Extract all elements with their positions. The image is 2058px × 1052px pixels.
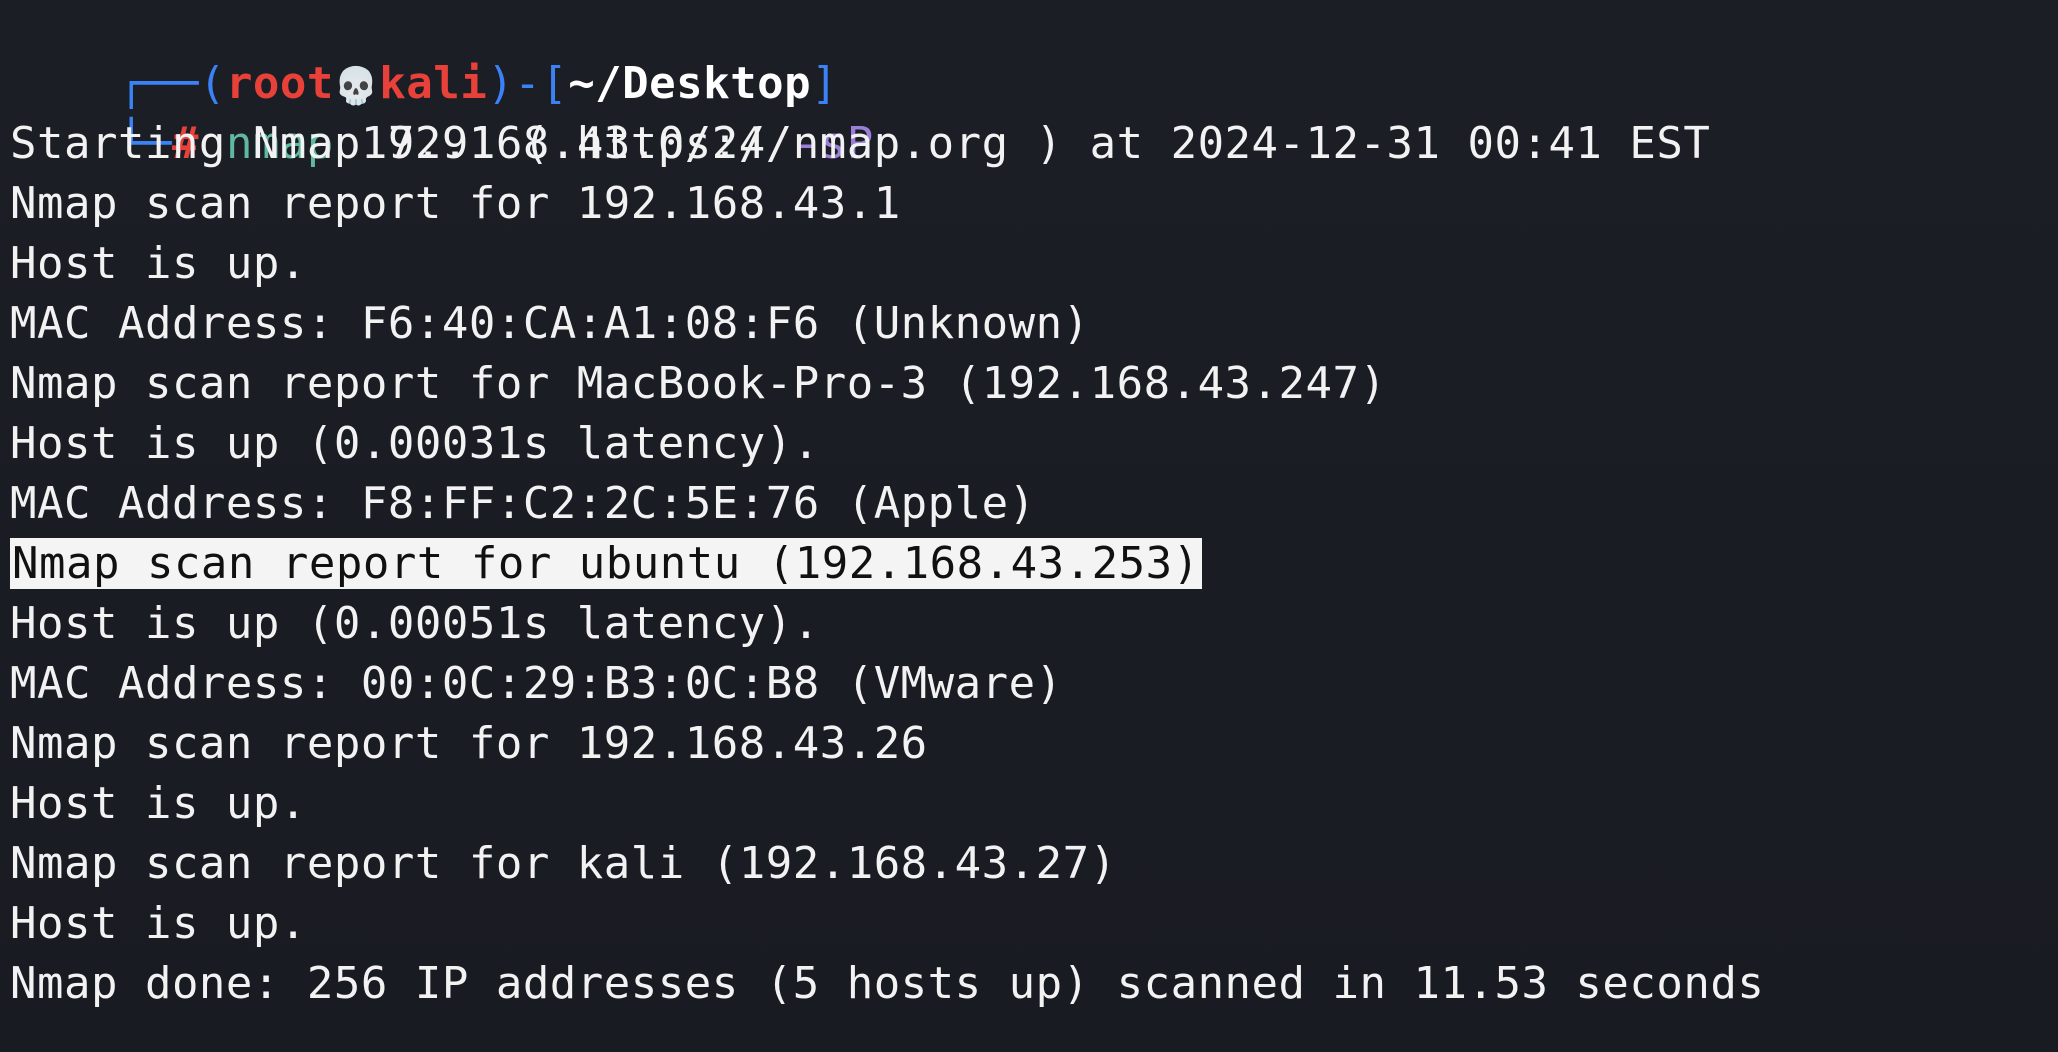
output-line: MAC Address: 00:0C:29:B3:0C:B8 (VMware) — [10, 658, 1063, 709]
output-line: MAC Address: F8:FF:C2:2C:5E:76 (Apple) — [10, 478, 1036, 529]
output-line: Starting Nmap 7.91 ( https://nmap.org ) … — [10, 118, 1711, 169]
output-line: Host is up. — [10, 898, 307, 949]
prompt-line: ┌──(root💀kali)-[~/Desktop] — [10, 0, 838, 109]
output-line: Nmap scan report for 192.168.43.26 — [10, 718, 928, 769]
output-line: Host is up (0.00051s latency). — [10, 598, 820, 649]
output-line: Host is up (0.00031s latency). — [10, 418, 820, 469]
output-line: Host is up. — [10, 778, 307, 829]
output-line: Host is up. — [10, 238, 307, 289]
output-line-selected[interactable]: Nmap scan report for ubuntu (192.168.43.… — [10, 534, 1202, 594]
selection-highlight[interactable]: Nmap scan report for ubuntu (192.168.43.… — [10, 538, 1202, 589]
output-line: Nmap scan report for 192.168.43.1 — [10, 178, 901, 229]
terminal-window[interactable]: ┌──(root💀kali)-[~/Desktop] └─# nmap 192.… — [0, 0, 2058, 1052]
output-line: Nmap scan report for kali (192.168.43.27… — [10, 838, 1117, 889]
output-line: Nmap done: 256 IP addresses (5 hosts up)… — [10, 958, 1765, 1009]
output-line: Nmap scan report for MacBook-Pro-3 (192.… — [10, 358, 1387, 409]
command-line[interactable]: └─# nmap 192.168.43.0/24 -sP — [10, 54, 874, 169]
output-line: MAC Address: F6:40:CA:A1:08:F6 (Unknown) — [10, 298, 1090, 349]
